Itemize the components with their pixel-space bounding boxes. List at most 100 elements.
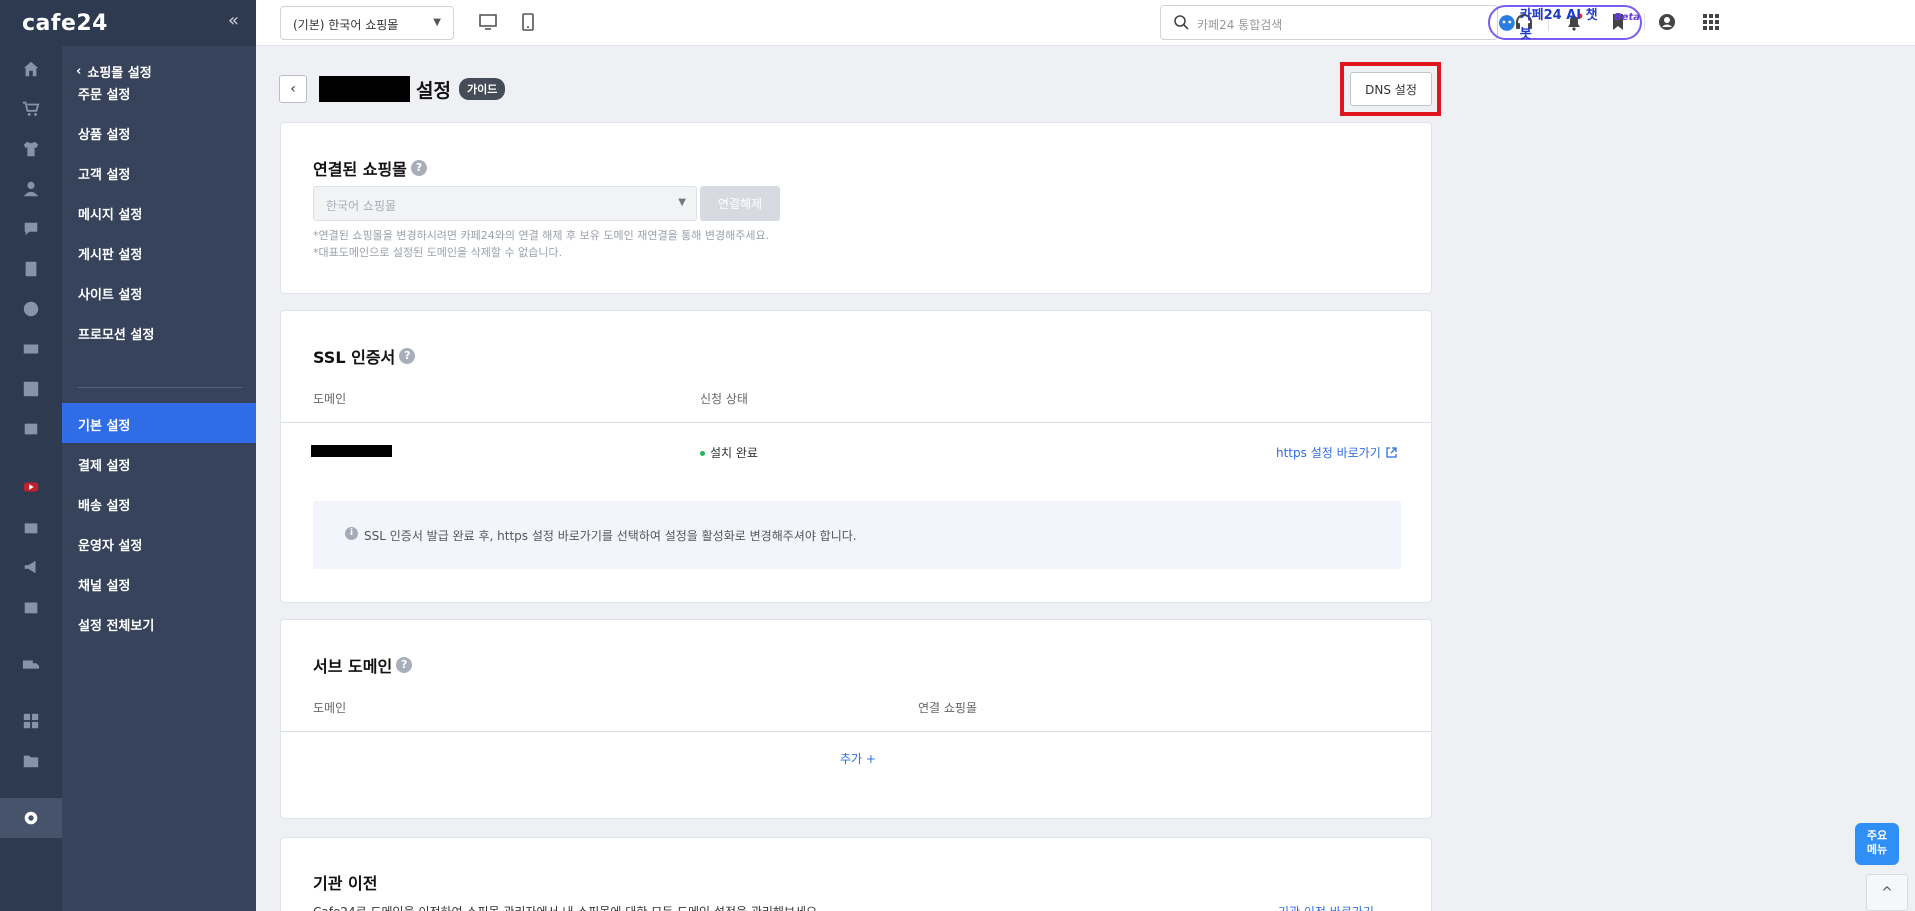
board-icon[interactable] (21, 259, 41, 279)
linked-mall-title: 연결된 쇼핑몰 (313, 160, 407, 179)
collapse-sidebar-icon[interactable]: « (228, 10, 239, 31)
help-icon[interactable]: ? (410, 160, 427, 176)
https-settings-link[interactable]: https 설정 바로가기 (1276, 444, 1397, 461)
sub-domain-heading: 서브 도메인 ? (313, 653, 413, 677)
subnav-item-basic[interactable]: 기본 설정 (78, 415, 130, 434)
ssl-status-text: 설치 완료 (710, 446, 758, 460)
subnav-item-product[interactable]: 상품 설정 (78, 124, 130, 143)
chevron-left-icon: ‹ (76, 64, 82, 79)
apps-icon[interactable] (21, 711, 41, 731)
external-link-icon (1386, 447, 1397, 458)
logo-bar: cafe24 « (0, 0, 256, 46)
subnav-item-all-settings[interactable]: 설정 전체보기 (78, 615, 154, 634)
subnav-item-board[interactable]: 게시판 설정 (78, 244, 142, 263)
search-placeholder: 카페24 통합검색 (1197, 18, 1283, 32)
folder-icon[interactable] (21, 751, 41, 771)
float-menu-line1: 주요 (1866, 829, 1888, 842)
subnav-item-order[interactable]: 주문 설정 (78, 84, 130, 103)
subnav-item-shipping[interactable]: 배송 설정 (78, 495, 130, 514)
ssl-status-cell: 설치 완료 (700, 444, 758, 461)
shirt-icon[interactable] (21, 139, 41, 159)
megaphone-icon[interactable] (21, 557, 41, 577)
youtube-icon[interactable] (21, 477, 41, 497)
palette-icon[interactable] (21, 299, 41, 319)
search-icon (1174, 15, 1189, 30)
ssl-col-domain: 도메인 (313, 392, 347, 406)
subnav-item-payment[interactable]: 결제 설정 (78, 455, 130, 474)
linked-mall-card: 연결된 쇼핑몰 ? 한국어 쇼핑몰 ▼ 연결해제 *연결된 쇼핑몰을 변경하시려… (280, 122, 1432, 294)
top-bar: (기본) 한국어 쇼핑몰 ▼ 카페24 통합검색 카페24 AI 챗봇 Beta (256, 0, 1915, 46)
ssl-col-status: 신청 상태 (700, 392, 748, 406)
chevron-left-icon: ‹ (290, 81, 296, 97)
tablet-icon[interactable] (518, 12, 538, 32)
transfer-desc: Cafe24로 도메인을 이전하여 쇼핑몰 관리자에서 내 쇼핑몰에 대한 모든… (313, 903, 821, 911)
dns-settings-button[interactable]: DNS 설정 (1350, 72, 1432, 106)
status-dot-icon (700, 451, 705, 456)
beta-badge: Beta (1614, 12, 1640, 23)
desktop-icon[interactable] (478, 12, 498, 32)
scroll-top-button[interactable]: ^ (1866, 874, 1908, 911)
chat-icon[interactable] (21, 219, 41, 239)
page-title: 설정 (416, 79, 451, 102)
transfer-link[interactable]: 기관 이전 바로가기 (1278, 903, 1374, 911)
transfer-card: 기관 이전 Cafe24로 도메인을 이전하여 쇼핑몰 관리자에서 내 쇼핑몰에… (280, 837, 1432, 911)
subnav-back-label: 쇼핑몰 설정 (87, 66, 152, 81)
page-header: ‹ 설정 가이드 (279, 75, 506, 103)
sub-domain-table-divider (281, 731, 1431, 732)
ssl-info-text: SSL 인증서 발급 완료 후, https 설정 바로가기를 선택하여 설정을… (364, 529, 857, 543)
transfer-link-label: 기관 이전 바로가기 (1278, 903, 1374, 911)
shop-icon[interactable] (21, 597, 41, 617)
https-settings-label: https 설정 바로가기 (1276, 446, 1381, 460)
help-icon[interactable]: ? (399, 348, 416, 364)
mobile-icon[interactable] (21, 419, 41, 439)
guide-badge[interactable]: 가이드 (458, 78, 506, 100)
account-icon[interactable] (1656, 11, 1678, 33)
app-grid-icon[interactable] (1700, 11, 1722, 33)
sub-domain-col-domain: 도메인 (313, 701, 347, 715)
ai-chatbot-label: 카페24 AI 챗봇 (1519, 7, 1598, 42)
promo-icon[interactable] (21, 339, 41, 359)
linked-mall-heading: 연결된 쇼핑몰 ? (313, 156, 427, 180)
subnav-back[interactable]: ‹ 쇼핑몰 설정 (76, 62, 152, 81)
ssl-table-divider (281, 422, 1431, 423)
ssl-heading: SSL 인증서 ? (313, 344, 416, 368)
subnav-item-channel[interactable]: 채널 설정 (78, 575, 130, 594)
help-icon[interactable]: ? (396, 657, 413, 673)
subnav-item-message[interactable]: 메시지 설정 (78, 204, 142, 223)
user-icon[interactable] (21, 179, 41, 199)
add-sub-domain-button[interactable]: 추가 + (840, 750, 876, 767)
main-menu-float-button[interactable]: 주요 메뉴 (1855, 823, 1899, 865)
subnav-item-promotion[interactable]: 프로모션 설정 (78, 324, 154, 343)
sub-domain-col-mall: 연결 쇼핑몰 (918, 701, 978, 715)
cafe24-logo[interactable]: cafe24 (22, 11, 108, 36)
topbar-separator (1644, 13, 1645, 31)
mall-select[interactable]: (기본) 한국어 쇼핑몰 ▼ (280, 6, 454, 40)
home-icon[interactable] (21, 59, 41, 79)
linked-mall-select: 한국어 쇼핑몰 ▼ (313, 186, 697, 221)
cart-icon[interactable] (21, 99, 41, 119)
chart-icon[interactable] (21, 379, 41, 399)
subnav-item-site[interactable]: 사이트 설정 (78, 284, 142, 303)
truck-icon[interactable] (21, 655, 41, 675)
linked-mall-select-value: 한국어 쇼핑몰 (326, 199, 397, 213)
subnav-item-customer[interactable]: 고객 설정 (78, 164, 130, 183)
chevron-down-icon: ▼ (678, 197, 686, 208)
global-search-input[interactable]: 카페24 통합검색 (1160, 5, 1498, 40)
ssl-card: SSL 인증서 ? 도메인 신청 상태 설치 완료 https 설정 바로가기 … (280, 310, 1432, 603)
sub-domain-card: 서브 도메인 ? 도메인 연결 쇼핑몰 추가 + (280, 619, 1432, 819)
ai-chatbot-button[interactable]: 카페24 AI 챗봇 Beta (1488, 5, 1642, 42)
settings-subnav: ‹ 쇼핑몰 설정 주문 설정 상품 설정 고객 설정 메시지 설정 게시판 설정… (62, 46, 256, 911)
redacted-ssl-domain (311, 445, 392, 457)
chevron-down-icon: ▼ (433, 17, 441, 28)
mall-select-value: (기본) 한국어 쇼핑몰 (293, 18, 399, 32)
linked-mall-note-1: *연결된 쇼핑몰을 변경하시려면 카페24와의 연결 해제 후 보유 도메인 재… (313, 229, 770, 242)
ssl-info-box: i SSL 인증서 발급 완료 후, https 설정 바로가기를 선택하여 설… (313, 501, 1401, 569)
ssl-title: SSL 인증서 (313, 348, 396, 367)
settings-icon[interactable] (21, 808, 41, 828)
info-icon: i (345, 527, 358, 540)
back-button[interactable]: ‹ (279, 75, 307, 103)
icon-rail (0, 0, 62, 911)
store-icon[interactable] (21, 517, 41, 537)
float-menu-line2: 메뉴 (1866, 843, 1888, 856)
subnav-item-operator[interactable]: 운영자 설정 (78, 535, 142, 554)
